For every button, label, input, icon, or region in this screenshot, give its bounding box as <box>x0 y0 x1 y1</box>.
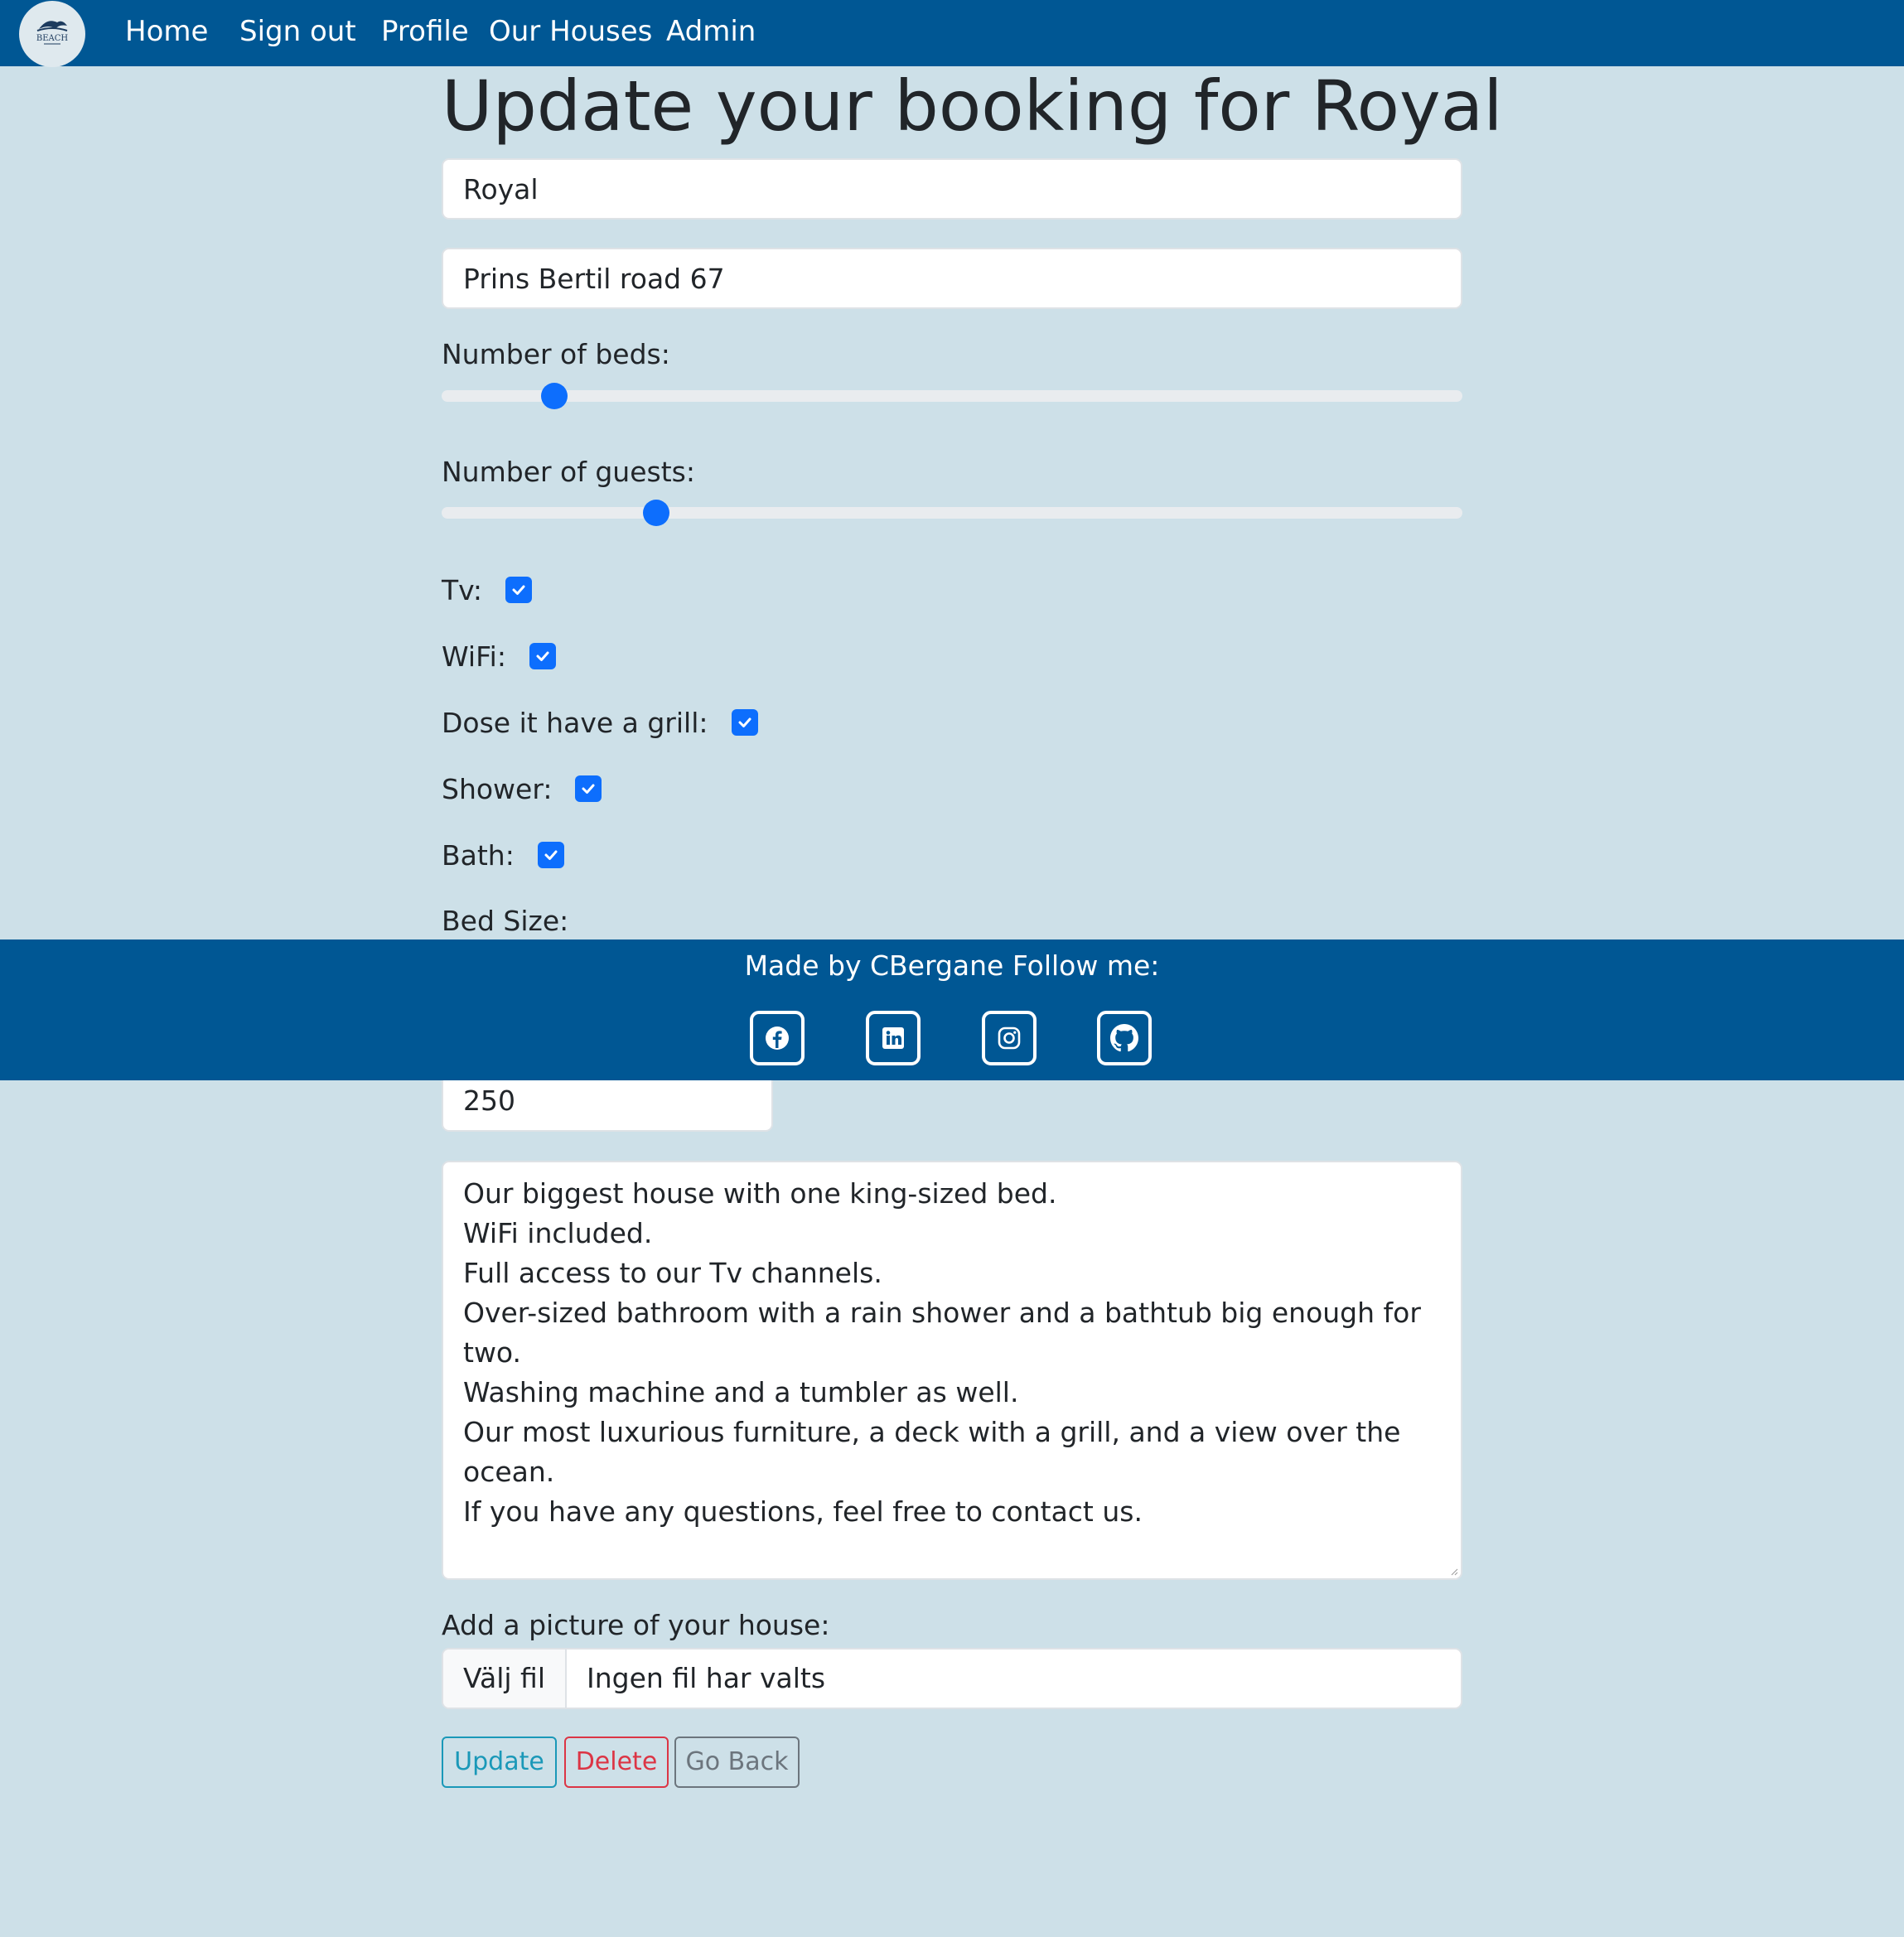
description-line: Over-sized bathroom with a rain shower a… <box>463 1297 1421 1329</box>
facebook-icon <box>766 1026 789 1050</box>
choose-file-button[interactable]: Välj fil <box>443 1650 568 1708</box>
check-icon <box>544 850 558 860</box>
description-line: WiFi included. <box>463 1217 653 1249</box>
file-status-text: Ingen fil har valts <box>587 1662 826 1694</box>
wifi-label: WiFi: <box>442 640 506 673</box>
beach-house-logo[interactable]: BEACH <box>19 1 85 67</box>
bath-checkbox[interactable] <box>537 842 564 868</box>
picture-file-input[interactable]: Välj fil Ingen fil har valts <box>442 1648 1462 1709</box>
github-icon <box>1110 1024 1138 1052</box>
nav-sign-out-link[interactable]: Sign out <box>239 15 356 48</box>
go-back-button[interactable]: Go Back <box>674 1737 800 1788</box>
shower-checkbox-row: Shower: <box>442 772 602 805</box>
instagram-button[interactable] <box>982 1011 1037 1065</box>
description-line: Washing machine and a tumbler as well. <box>463 1376 1019 1408</box>
tv-checkbox-row: Tv: <box>442 573 533 606</box>
linkedin-button[interactable] <box>866 1011 921 1065</box>
delete-button[interactable]: Delete <box>564 1737 669 1788</box>
grill-checkbox-row: Dose it have a grill: <box>442 706 758 739</box>
page-title: Update your booking for Royal <box>442 65 1503 147</box>
bath-checkbox-row: Bath: <box>442 838 564 872</box>
shower-label: Shower: <box>442 772 553 805</box>
check-icon <box>512 585 525 595</box>
bath-label: Bath: <box>442 838 515 872</box>
nav-home-link[interactable]: Home <box>125 15 208 48</box>
facebook-button[interactable] <box>750 1011 805 1065</box>
bed-size-label: Bed Size: <box>442 905 569 937</box>
description-line: Our biggest house with one king-sized be… <box>463 1177 1057 1210</box>
description-line: Full access to our Tv channels. <box>463 1257 882 1289</box>
wifi-checkbox[interactable] <box>529 643 556 669</box>
tv-checkbox[interactable] <box>505 577 533 603</box>
description-line: If you have any questions, feel free to … <box>463 1495 1143 1528</box>
grill-checkbox[interactable] <box>731 709 758 736</box>
description-line: two. <box>463 1336 522 1369</box>
guests-label: Number of guests: <box>442 456 695 488</box>
instagram-icon <box>998 1026 1021 1050</box>
beds-slider-thumb[interactable] <box>540 383 568 409</box>
house-name-input[interactable] <box>442 158 1462 220</box>
logo-text: BEACH <box>36 34 69 43</box>
nav-profile-link[interactable]: Profile <box>381 15 469 48</box>
description-textarea[interactable]: Our biggest house with one king-sized be… <box>442 1161 1462 1580</box>
grill-label: Dose it have a grill: <box>442 706 708 739</box>
resize-handle-icon[interactable] <box>1450 1567 1458 1576</box>
beds-label: Number of beds: <box>442 338 670 370</box>
guests-slider[interactable] <box>442 500 1462 526</box>
description-line: Our most luxurious furniture, a deck wit… <box>463 1416 1401 1448</box>
wifi-checkbox-row: WiFi: <box>442 640 556 673</box>
linkedin-icon <box>882 1027 904 1049</box>
check-icon <box>738 717 751 727</box>
nav-our-houses-link[interactable]: Our Houses <box>489 15 652 48</box>
footer: Made by CBergane Follow me: <box>0 940 1904 1080</box>
navbar: BEACH Home Sign out Profile Our Houses A… <box>0 0 1904 67</box>
shower-checkbox[interactable] <box>575 775 602 802</box>
guests-slider-thumb[interactable] <box>642 500 669 526</box>
check-icon <box>582 784 595 794</box>
update-button[interactable]: Update <box>442 1737 557 1788</box>
footer-credit: Made by CBergane Follow me: <box>744 949 1160 982</box>
tv-label: Tv: <box>442 573 483 606</box>
description-line: ocean. <box>463 1456 555 1488</box>
nav-admin-link[interactable]: Admin <box>666 15 756 48</box>
github-button[interactable] <box>1097 1011 1152 1065</box>
check-icon <box>536 651 549 661</box>
beds-slider[interactable] <box>442 383 1462 409</box>
address-input[interactable] <box>442 248 1462 309</box>
picture-label: Add a picture of your house: <box>442 1609 830 1641</box>
